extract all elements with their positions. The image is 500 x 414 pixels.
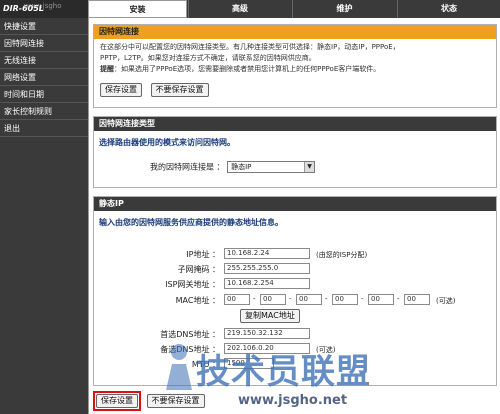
intro-line-2: PPTP，L2TP。如果您对连接方式不确定，请联系您的因特网供应商。 (100, 54, 316, 62)
subnet-mask-label: 子网掩码 ： (177, 265, 220, 274)
save-button-highlight: 保存设置 (93, 391, 141, 411)
ip-address-label: IP地址 ： (186, 250, 220, 259)
static-ip-title: 静态IP (94, 197, 496, 211)
mac-separator: - (253, 295, 256, 303)
chevron-down-icon: ▼ (304, 162, 315, 172)
mac-octet-5[interactable]: 00 (368, 294, 394, 305)
connection-type-title: 因特网连接类型 (94, 117, 496, 131)
connection-type-subtitle: 选择路由器使用的模式来访问因特网。 (99, 138, 235, 147)
gateway-input[interactable]: 10.168.2.254 (224, 278, 310, 289)
save-settings-button[interactable]: 保存设置 (96, 394, 138, 408)
sidebar-item-quick-setup[interactable]: 快捷设置 (0, 18, 88, 35)
sidebar-item-network[interactable]: 网络设置 (0, 69, 88, 86)
connection-type-value: 静态IP (231, 163, 252, 171)
mac-separator: - (361, 295, 364, 303)
connection-type-panel: 因特网连接类型 选择路由器使用的模式来访问因特网。 我的因特网连接是 ： 静态I… (93, 116, 497, 188)
mac-octet-3[interactable]: 00 (296, 294, 322, 305)
static-ip-subtitle: 输入由您的因特网服务供应商提供的静态地址信息。 (99, 218, 283, 227)
ip-address-input[interactable]: 10.168.2.24 (224, 248, 310, 259)
primary-dns-input[interactable]: 219.150.32.132 (224, 328, 310, 339)
sidebar-item-internet[interactable]: 因特网连接 (0, 35, 88, 52)
sidebar-item-parental[interactable]: 家长控制规则 (0, 103, 88, 120)
connection-type-label: 我的因特网连接是 ： (150, 162, 225, 172)
mac-octet-2[interactable]: 00 (260, 294, 286, 305)
clone-mac-button[interactable]: 复制MAC地址 (240, 309, 300, 323)
mac-optional-note: (可选) (436, 297, 456, 305)
tab-advanced[interactable]: 高级 (188, 0, 291, 18)
tab-status[interactable]: 状态 (397, 0, 500, 18)
sidebar-item-time-date[interactable]: 时间和日期 (0, 86, 88, 103)
sidebar-item-wireless[interactable]: 无线连接 (0, 52, 88, 69)
watermark-url: www.jsgho.net (238, 393, 348, 408)
intro-line-1: 在这部分中可以配置您的因特网连接类型。有几种连接类型可供选择：静态IP，动态IP… (100, 43, 400, 51)
save-settings-button-top[interactable]: 保存设置 (100, 83, 142, 97)
intro-panel: 因特网连接 在这部分中可以配置您的因特网连接类型。有几种连接类型可供选择：静态I… (93, 24, 497, 108)
intro-reminder-label: 提醒 (100, 65, 114, 73)
watermark-text: 技术员联盟 (196, 352, 371, 392)
top-nav-bar: DIR-605L www.jsgho 安装 高级 维护 状态 (0, 0, 500, 18)
dont-save-button[interactable]: 不要保存设置 (146, 394, 205, 408)
watermark-top-left: www.jsgho (24, 2, 62, 10)
mac-octet-4[interactable]: 00 (332, 294, 358, 305)
sidebar-item-logout[interactable]: 退出 (0, 120, 88, 137)
dont-save-button-top[interactable]: 不要保存设置 (150, 83, 209, 97)
intro-description: 在这部分中可以配置您的因特网连接类型。有几种连接类型可供选择：静态IP，动态IP… (94, 39, 496, 75)
mac-address-label: MAC地址 ： (175, 296, 220, 305)
mac-octet-1[interactable]: 00 (224, 294, 250, 305)
mac-octet-6[interactable]: 00 (404, 294, 430, 305)
mac-separator: - (289, 295, 292, 303)
primary-dns-label: 首选DNS地址 ： (160, 330, 220, 339)
mac-separator: - (397, 295, 400, 303)
tab-maintenance[interactable]: 维护 (292, 0, 396, 18)
ip-address-note: (由您的ISP分配) (316, 251, 368, 259)
mac-separator: - (325, 295, 328, 303)
tab-setup[interactable]: 安装 (88, 0, 187, 18)
intro-reminder-text: ：如果选用了PPPoE选项，您需要删除或者禁用您计算机上的任何PPPoE客户端软… (114, 65, 381, 73)
sidebar: 快捷设置 因特网连接 无线连接 网络设置 时间和日期 家长控制规则 退出 (0, 18, 88, 414)
connection-type-select[interactable]: 静态IP ▼ (227, 161, 316, 173)
watermark-logo-icon (166, 344, 192, 390)
subnet-mask-input[interactable]: 255.255.255.0 (224, 263, 310, 274)
gateway-label: ISP网关地址 ： (165, 280, 220, 289)
intro-title: 因特网连接 (94, 25, 496, 39)
